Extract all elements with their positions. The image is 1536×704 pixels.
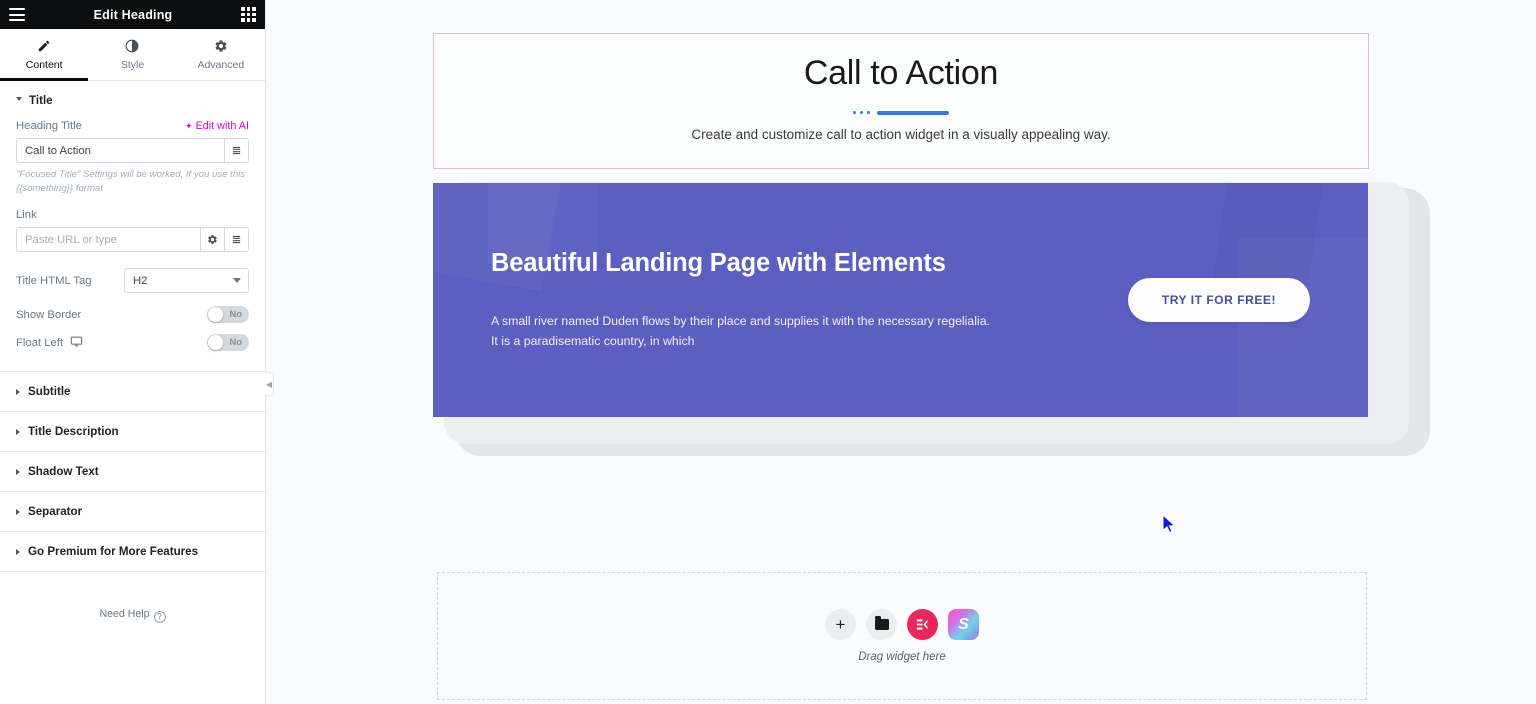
pencil-icon	[37, 38, 51, 53]
try-it-for-free-button[interactable]: TRY IT FOR FREE!	[1127, 278, 1310, 322]
tab-content-label: Content	[25, 59, 63, 71]
separator-graphic	[853, 110, 949, 115]
html-tag-label: Title HTML Tag	[16, 274, 92, 287]
heading-widget[interactable]: Call to Action Create and customize call…	[433, 33, 1369, 169]
link-dynamic-tags-icon[interactable]	[224, 228, 248, 252]
separator-bar	[877, 110, 949, 115]
need-help-footer[interactable]: Need Help?	[0, 572, 265, 623]
tab-style-label: Style	[120, 59, 145, 71]
float-left-label: Float Left	[16, 336, 64, 349]
mouse-cursor	[1162, 514, 1176, 534]
need-help-label: Need Help	[99, 608, 150, 621]
panel-tabs: Content Style Advanced	[0, 29, 265, 81]
show-border-toggle[interactable]: No	[207, 306, 249, 324]
float-left-toggle[interactable]: No	[207, 334, 249, 352]
add-widget-icon[interactable]: +	[825, 609, 856, 640]
editor-panel: Edit Heading Content Style Advanced Titl…	[0, 0, 274, 704]
chevron-down-icon	[16, 97, 22, 104]
panel-header: Edit Heading	[0, 0, 265, 29]
cta-subtitle: Create and customize call to action widg…	[691, 126, 1111, 142]
accordion-go-premium[interactable]: Go Premium for More Features	[0, 531, 265, 572]
panel-title: Edit Heading	[93, 7, 173, 22]
widget-dropzone[interactable]: + S Drag widget here	[437, 572, 1367, 700]
chevron-right-icon	[16, 428, 20, 435]
heading-title-hint: "Focused Title" Settings will be worked,…	[16, 169, 246, 194]
link-input[interactable]	[17, 228, 200, 252]
show-border-state: No	[229, 309, 242, 321]
desktop-icon[interactable]	[70, 335, 83, 351]
accordion-separator[interactable]: Separator	[0, 491, 265, 532]
html-tag-select[interactable]: H2	[124, 268, 249, 294]
show-border-label: Show Border	[16, 308, 82, 321]
question-circle-icon[interactable]: ?	[153, 610, 166, 623]
tab-advanced[interactable]: Advanced	[177, 29, 265, 80]
dropzone-label: Drag widget here	[858, 651, 946, 663]
banner-heading: Beautiful Landing Page with Elements	[491, 248, 946, 277]
float-left-state: No	[229, 337, 242, 349]
accordion-shadow-text-label: Shadow Text	[28, 465, 99, 479]
folder-templates-icon[interactable]	[866, 609, 897, 640]
hamburger-menu-icon[interactable]	[9, 8, 25, 21]
separator-dot	[860, 111, 863, 114]
heading-title-control: Heading Title ✦ Edit with AI "Focused Ti…	[16, 120, 249, 195]
accordion-title-description-label: Title Description	[28, 425, 119, 439]
banner-paragraph-line-2: It is a paradisematic country, in which	[491, 333, 695, 348]
dropzone-icon-row: + S	[825, 609, 979, 640]
float-left-label-group: Float Left	[16, 335, 83, 351]
chevron-right-icon	[16, 508, 20, 515]
tab-content[interactable]: Content	[0, 29, 89, 81]
chevron-right-icon	[16, 388, 20, 395]
widgets-grid-icon[interactable]	[240, 7, 256, 22]
separator-dot	[867, 111, 870, 114]
accordion-separator-label: Separator	[28, 505, 83, 519]
edit-with-ai-label: Edit with AI	[195, 120, 249, 132]
link-label: Link	[16, 209, 37, 222]
banner-paragraph-line-1: A small river named Duden flows by their…	[491, 313, 990, 328]
accordion-subtitle[interactable]: Subtitle	[0, 371, 265, 412]
elementskit-icon[interactable]	[907, 609, 938, 640]
float-left-control: Float Left No	[16, 334, 249, 352]
accordion-shadow-text[interactable]: Shadow Text	[0, 451, 265, 492]
html-tag-select-wrap: H2	[124, 268, 249, 294]
heading-title-input[interactable]	[17, 139, 224, 162]
tab-advanced-label: Advanced	[197, 59, 245, 71]
shortcode-s-icon[interactable]: S	[948, 609, 979, 640]
banner-text-block: Beautiful Landing Page with Elements A s…	[491, 249, 1128, 352]
accordion-title-description[interactable]: Title Description	[0, 411, 265, 452]
accordion-go-premium-label: Go Premium for More Features	[28, 545, 199, 559]
cta-title: Call to Action	[803, 54, 999, 92]
accordion-subtitle-label: Subtitle	[28, 385, 71, 399]
panel-scroll-area: Title Heading Title ✦ Edit with AI Call …	[0, 81, 265, 704]
html-tag-control: Title HTML Tag H2	[16, 268, 249, 294]
title-controls: Heading Title ✦ Edit with AI "Focused Ti…	[0, 120, 265, 371]
tab-style[interactable]: Style	[88, 29, 176, 80]
heading-title-label: Heading Title	[16, 120, 82, 132]
chevron-right-icon	[16, 548, 20, 555]
link-input-wrap	[16, 227, 249, 253]
show-border-control: Show Border No	[16, 306, 249, 324]
section-title-label: Title	[29, 94, 53, 107]
dynamic-tags-icon[interactable]	[224, 139, 248, 162]
heading-title-input-wrap	[16, 138, 249, 163]
gear-icon	[214, 38, 228, 53]
banner-paragraph: A small river named Duden flows by their…	[491, 312, 1128, 352]
preview-canvas: Call to Action Create and customize call…	[266, 0, 1536, 704]
edit-with-ai-button[interactable]: ✦ Edit with AI	[185, 120, 249, 132]
cta-banner-widget[interactable]: Beautiful Landing Page with Elements A s…	[433, 183, 1368, 417]
link-control: Link	[16, 209, 249, 253]
panel-collapse-button[interactable]: ◀	[265, 372, 274, 396]
contrast-icon	[125, 38, 139, 53]
elementor-editor: Edit Heading Content Style Advanced Titl…	[0, 0, 1536, 704]
section-title-header[interactable]: Title	[0, 81, 265, 120]
toggle-knob	[208, 307, 223, 323]
link-options-gear-icon[interactable]	[200, 228, 224, 252]
separator-dot	[853, 111, 856, 114]
sparkle-icon: ✦	[185, 120, 193, 131]
toggle-knob	[208, 335, 223, 351]
chevron-right-icon	[16, 468, 20, 475]
